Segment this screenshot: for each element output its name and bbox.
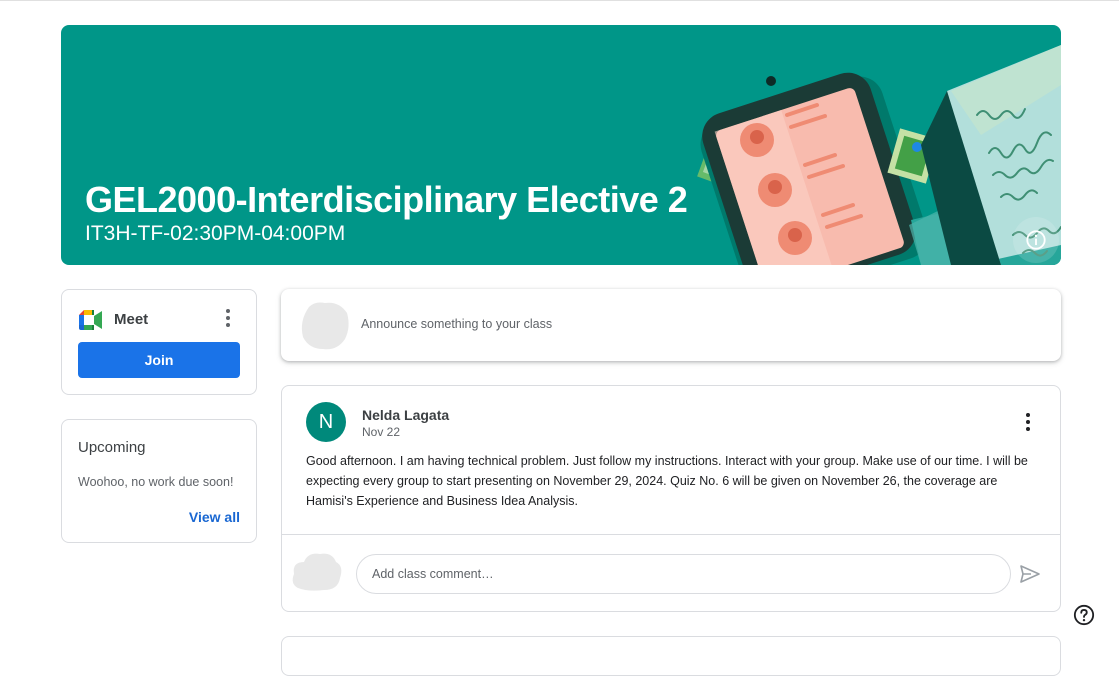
join-meet-button[interactable]: Join: [78, 342, 240, 378]
upcoming-title: Upcoming: [78, 439, 146, 456]
author-name: Nelda Lagata: [362, 407, 450, 423]
meet-label: Meet: [114, 311, 149, 328]
info-icon: [1026, 230, 1046, 250]
post-date: Nov 22: [362, 425, 401, 439]
post-divider: [282, 534, 1060, 535]
upcoming-card: Upcoming Woohoo, no work due soon! View …: [61, 419, 257, 543]
more-vert-icon[interactable]: [218, 307, 238, 329]
announce-placeholder: Announce something to your class: [361, 317, 553, 331]
class-section: IT3H-TF-02:30PM-04:00PM: [85, 222, 346, 245]
announcement-post: N Nelda Lagata Nov 22 Good afternoon. I …: [281, 385, 1061, 612]
google-meet-icon: [79, 310, 102, 330]
banner-illustration: [697, 45, 1061, 265]
send-icon[interactable]: [1018, 562, 1042, 586]
top-divider: [0, 0, 1119, 1]
upcoming-empty-text: Woohoo, no work due soon!: [78, 475, 234, 489]
next-post-card: [281, 636, 1061, 676]
help-icon[interactable]: [1073, 604, 1095, 626]
user-avatar: [301, 302, 349, 350]
class-info-button[interactable]: [1013, 217, 1059, 263]
meet-card: Meet Join: [61, 289, 257, 395]
author-avatar: N: [306, 402, 346, 442]
view-all-link[interactable]: View all: [189, 509, 240, 525]
user-avatar: [292, 553, 342, 591]
more-vert-icon[interactable]: [1018, 411, 1038, 433]
post-body: Good afternoon. I am having technical pr…: [306, 454, 1028, 508]
announce-box[interactable]: Announce something to your class: [281, 289, 1061, 361]
class-comment-input[interactable]: [356, 554, 1011, 594]
class-banner: GEL2000-Interdisciplinary Elective 2 IT3…: [61, 25, 1061, 265]
class-title: GEL2000-Interdisciplinary Elective 2: [85, 179, 688, 220]
